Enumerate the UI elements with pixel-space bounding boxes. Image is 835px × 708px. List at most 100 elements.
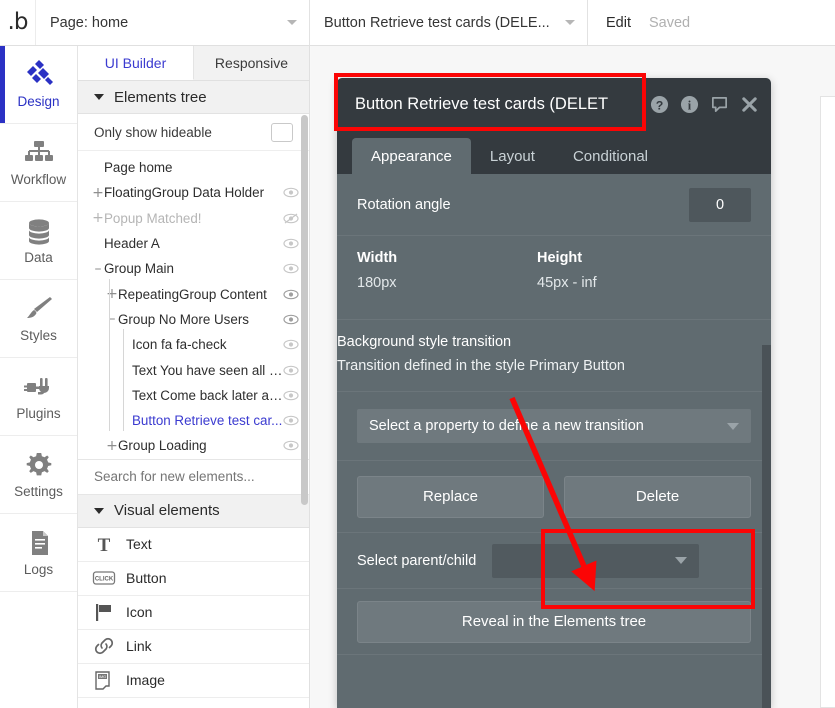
eye-icon[interactable] xyxy=(283,440,299,451)
rail-item-plugins[interactable]: Plugins xyxy=(0,358,77,436)
visual-element-label: Icon xyxy=(126,604,153,621)
tree-expand-toggle[interactable]: – xyxy=(92,262,104,276)
panel-tabs: UI Builder Responsive xyxy=(78,46,309,81)
info-icon[interactable]: i xyxy=(680,95,699,114)
select-parent-child-dropdown[interactable] xyxy=(492,543,700,578)
tree-expand-toggle[interactable]: + xyxy=(106,439,118,453)
visual-element-text[interactable]: T Text xyxy=(78,527,309,562)
property-editor-tabs: Appearance Layout Conditional xyxy=(337,130,771,174)
rail-item-design[interactable]: Design xyxy=(0,46,77,124)
canvas-page-surface xyxy=(820,96,835,708)
tree-item[interactable]: Page home xyxy=(78,155,309,180)
tree-item[interactable]: Header A xyxy=(78,231,309,256)
background-style-transition-sub: Transition defined in the style Primary … xyxy=(337,358,625,374)
select-parent-child-row: Select parent/child xyxy=(337,533,771,589)
delete-button[interactable]: Delete xyxy=(564,475,751,518)
eye-hidden-icon[interactable] xyxy=(283,213,299,224)
document-icon xyxy=(31,531,48,555)
visual-element-button[interactable]: CLICK Button xyxy=(78,561,309,596)
bubble-logo[interactable]: .b xyxy=(0,0,36,45)
property-editor: Button Retrieve test cards (DELET ? i Ap… xyxy=(337,78,771,708)
tree-item-label: Header A xyxy=(104,236,160,252)
reveal-in-elements-tree-button[interactable]: Reveal in the Elements tree xyxy=(357,600,751,643)
visual-elements-header[interactable]: Visual elements xyxy=(78,494,309,528)
rail-item-logs[interactable]: Logs xyxy=(0,514,77,592)
tab-label: Responsive xyxy=(214,55,289,71)
visual-element-label: Image xyxy=(126,672,165,689)
rail-label: Workflow xyxy=(10,172,67,187)
tree-expand-toggle[interactable]: + xyxy=(92,186,104,200)
rail-item-styles[interactable]: Styles xyxy=(0,280,77,358)
property-editor-scrollbar[interactable] xyxy=(762,345,771,708)
visual-element-image[interactable]: IMG Image xyxy=(78,663,309,698)
tree-item[interactable]: + RepeatingGroup Content xyxy=(78,281,309,306)
image-icon: IMG xyxy=(95,671,110,690)
tree-item[interactable]: + FloatingGroup Data Holder xyxy=(78,180,309,205)
bubble-editor-window: .b Page: home Button Retrieve test cards… xyxy=(0,0,835,708)
rail-label: Logs xyxy=(23,562,54,577)
help-icon[interactable]: ? xyxy=(650,95,669,114)
tree-item[interactable]: – Group No More Users xyxy=(78,307,309,332)
eye-icon[interactable] xyxy=(283,238,299,249)
eye-icon[interactable] xyxy=(283,187,299,198)
tree-item-label: Page home xyxy=(104,160,173,176)
transition-property-dropdown[interactable]: Select a property to define a new transi… xyxy=(357,409,751,443)
search-input[interactable] xyxy=(94,469,293,485)
text-t-icon: T xyxy=(98,535,111,555)
only-show-hideable-checkbox[interactable] xyxy=(271,122,293,142)
workflow-icon xyxy=(24,141,53,161)
rail-label: Design xyxy=(17,94,60,109)
eye-icon[interactable] xyxy=(283,263,299,274)
search-new-elements-row xyxy=(78,458,309,495)
comment-icon[interactable] xyxy=(710,95,729,114)
eye-icon[interactable] xyxy=(283,339,299,350)
tree-item[interactable]: + Group Loading xyxy=(78,433,309,458)
replace-button[interactable]: Replace xyxy=(357,475,544,518)
tree-item[interactable]: Text Come back later and xyxy=(78,383,309,408)
eye-icon[interactable] xyxy=(283,314,299,325)
tree-item-label: Group Loading xyxy=(118,438,207,454)
element-selector[interactable]: Button Retrieve test cards (DELE... xyxy=(310,0,588,45)
visual-element-icon[interactable]: Icon xyxy=(78,595,309,630)
rail-label: Styles xyxy=(20,328,57,343)
eye-icon[interactable] xyxy=(283,289,299,300)
background-style-transition-row: Background style transition Transition d… xyxy=(337,320,771,392)
rail-item-workflow[interactable]: Workflow xyxy=(0,124,77,202)
tab-responsive[interactable]: Responsive xyxy=(194,46,309,80)
tree-item[interactable]: Button Retrieve test car... xyxy=(78,408,309,433)
design-icon xyxy=(26,60,53,85)
tree-item[interactable]: – Group Main xyxy=(78,256,309,281)
tree-item[interactable]: + Popup Matched! xyxy=(78,206,309,231)
tree-item-label: Text Come back later and xyxy=(132,387,283,403)
rotation-angle-input[interactable] xyxy=(689,187,751,222)
elements-tree-scrollbar[interactable] xyxy=(301,115,308,505)
page-selector[interactable]: Page: home xyxy=(36,0,310,45)
eye-icon[interactable] xyxy=(283,415,299,426)
tree-item[interactable]: Text You have seen all us xyxy=(78,357,309,382)
saved-status: Saved xyxy=(649,14,691,31)
visual-element-link[interactable]: Link xyxy=(78,629,309,664)
tree-expand-toggle[interactable]: + xyxy=(106,287,118,301)
rail-item-settings[interactable]: Settings xyxy=(0,436,77,514)
rail-item-data[interactable]: Data xyxy=(0,202,77,280)
tab-appearance[interactable]: Appearance xyxy=(352,138,471,174)
height-label: Height xyxy=(537,250,583,266)
edit-button[interactable]: Edit xyxy=(606,15,631,31)
database-icon xyxy=(28,219,49,245)
tab-conditional[interactable]: Conditional xyxy=(554,138,667,174)
elements-tree-header[interactable]: Elements tree xyxy=(78,81,309,114)
tree-expand-toggle[interactable]: + xyxy=(92,211,104,225)
eye-icon[interactable] xyxy=(283,390,299,401)
elements-tree: Page home + FloatingGroup Data Holder + Popu… xyxy=(78,151,309,459)
tab-layout[interactable]: Layout xyxy=(471,138,554,174)
tab-ui-builder[interactable]: UI Builder xyxy=(78,46,194,80)
property-editor-title: Button Retrieve test cards (DELET xyxy=(355,94,609,113)
tree-guide-line xyxy=(109,279,110,431)
transition-select-row: Select a property to define a new transi… xyxy=(337,392,771,461)
tab-label: Conditional xyxy=(572,147,649,165)
tree-expand-toggle[interactable]: – xyxy=(106,312,118,326)
eye-icon[interactable] xyxy=(283,365,299,376)
tree-item[interactable]: Icon fa fa-check xyxy=(78,332,309,357)
close-icon[interactable] xyxy=(740,95,759,114)
elements-panel: UI Builder Responsive Elements tree Only… xyxy=(78,46,310,708)
